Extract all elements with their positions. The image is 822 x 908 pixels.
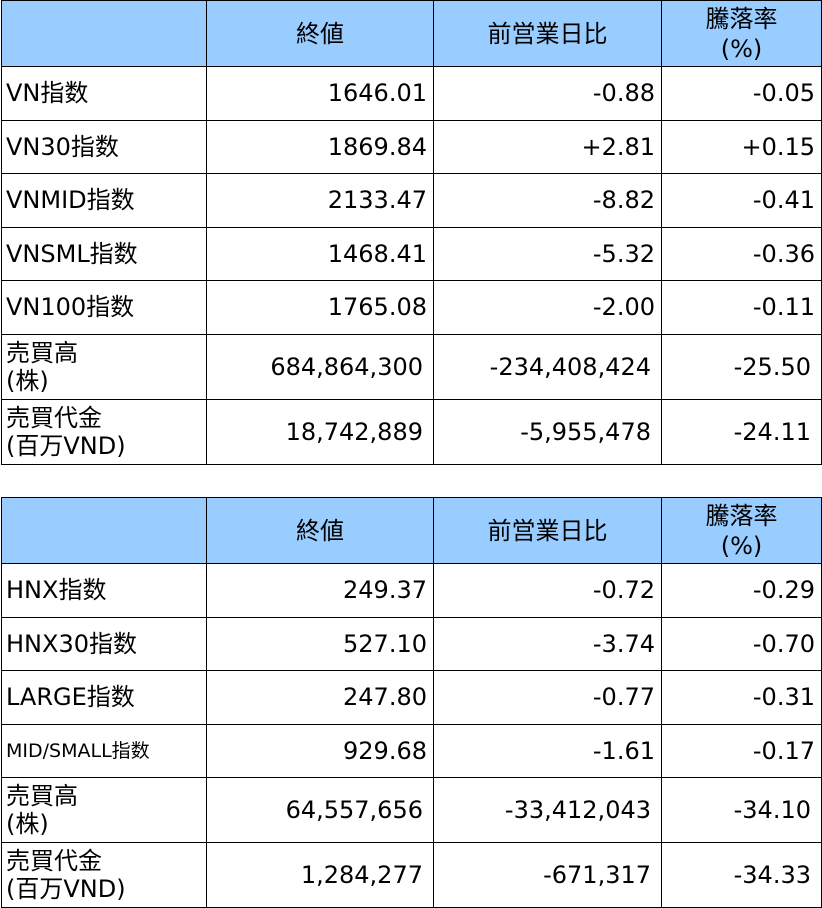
header-row: 終値 前営業日比 騰落率 (%): [1, 0, 822, 67]
close-value: 527.10: [206, 616, 434, 671]
trade-value-pct-value: -24.11: [661, 398, 822, 465]
volume-pct-value: -25.50: [661, 333, 822, 400]
header-blank-cell: [1, 0, 207, 67]
volume-change-value: -33,412,043: [433, 777, 662, 843]
close-value: 249.37: [206, 563, 434, 618]
pct-value: -0.17: [661, 723, 822, 778]
index-label: MID/SMALL指数: [1, 723, 207, 778]
trade-value-change-value: -5,955,478: [433, 398, 662, 465]
change-value: -8.82: [433, 173, 662, 228]
close-value: 247.80: [206, 670, 434, 725]
volume-label: 売買高 (株): [1, 777, 207, 843]
header-close: 終値: [206, 497, 434, 564]
volume-pct-value: -34.10: [661, 777, 822, 843]
pct-value: -0.31: [661, 670, 822, 725]
change-value: -0.77: [433, 670, 662, 725]
header-close: 終値: [206, 0, 434, 67]
volume-row: 売買高 (株) 64,557,656 -33,412,043 -34.10: [1, 777, 822, 843]
close-value: 1869.84: [206, 119, 434, 174]
volume-label-line2: (株): [6, 366, 49, 395]
header-pct: 騰落率 (%): [661, 0, 822, 67]
index-label: VN30指数: [1, 119, 207, 174]
volume-close-value: 64,557,656: [206, 777, 434, 843]
index-label: LARGE指数: [1, 670, 207, 725]
pct-value: -0.29: [661, 563, 822, 618]
change-value: -1.61: [433, 723, 662, 778]
index-label: VNSML指数: [1, 226, 207, 281]
table-row: VN30指数 1869.84 +2.81 +0.15: [1, 119, 822, 174]
close-value: 1646.01: [206, 66, 434, 121]
index-label: VNMID指数: [1, 173, 207, 228]
trade-value-label-line1: 売買代金: [6, 403, 102, 432]
hnx-index-table: 終値 前営業日比 騰落率 (%) HNX指数 249.37 -0.72 -0.2…: [1, 497, 822, 908]
trade-value-pct-value: -34.33: [661, 842, 822, 908]
header-pct-line2: (%): [720, 531, 763, 560]
volume-change-value: -234,408,424: [433, 333, 662, 400]
table-row: HNX指数 249.37 -0.72 -0.29: [1, 563, 822, 618]
trade-value-close-value: 18,742,889: [206, 398, 434, 465]
volume-label-line1: 売買高: [6, 338, 78, 367]
pct-value: -0.41: [661, 173, 822, 228]
change-value: -0.88: [433, 66, 662, 121]
close-value: 1468.41: [206, 226, 434, 281]
header-pct-line1: 騰落率: [705, 501, 778, 530]
pct-value: -0.36: [661, 226, 822, 281]
close-value: 1765.08: [206, 280, 434, 335]
table-row: MID/SMALL指数 929.68 -1.61 -0.17: [1, 723, 822, 778]
table-row: VNSML指数 1468.41 -5.32 -0.36: [1, 226, 822, 281]
change-value: -2.00: [433, 280, 662, 335]
change-value: -0.72: [433, 563, 662, 618]
trade-value-row: 売買代金 (百万VND) 1,284,277 -671,317 -34.33: [1, 842, 822, 908]
trade-value-label-line1: 売買代金: [6, 847, 102, 875]
pct-value: -0.11: [661, 280, 822, 335]
volume-close-value: 684,864,300: [206, 333, 434, 400]
header-pct-line1: 騰落率: [705, 4, 778, 33]
pct-value: +0.15: [661, 119, 822, 174]
trade-value-close-value: 1,284,277: [206, 842, 434, 908]
close-value: 2133.47: [206, 173, 434, 228]
trade-value-change-value: -671,317: [433, 842, 662, 908]
table-row: VN100指数 1765.08 -2.00 -0.11: [1, 280, 822, 335]
table-row: LARGE指数 247.80 -0.77 -0.31: [1, 670, 822, 725]
table-row: VNMID指数 2133.47 -8.82 -0.41: [1, 173, 822, 228]
index-label: HNX30指数: [1, 616, 207, 671]
index-label: VN100指数: [1, 280, 207, 335]
pct-value: -0.70: [661, 616, 822, 671]
change-value: -3.74: [433, 616, 662, 671]
trade-value-label-line2: (百万VND): [6, 875, 126, 903]
index-label: VN指数: [1, 66, 207, 121]
volume-label-line1: 売買高: [6, 782, 78, 810]
header-pct: 騰落率 (%): [661, 497, 822, 564]
trade-value-row: 売買代金 (百万VND) 18,742,889 -5,955,478 -24.1…: [1, 398, 822, 465]
volume-label: 売買高 (株): [1, 333, 207, 400]
trade-value-label-line2: (百万VND): [6, 431, 126, 460]
close-value: 929.68: [206, 723, 434, 778]
index-label: HNX指数: [1, 563, 207, 618]
header-change: 前営業日比: [433, 0, 662, 67]
header-change: 前営業日比: [433, 497, 662, 564]
hose-index-table: 終値 前営業日比 騰落率 (%) VN指数 1646.01 -0.88 -0.0…: [1, 0, 822, 465]
pct-value: -0.05: [661, 66, 822, 121]
header-pct-line2: (%): [720, 34, 763, 63]
header-row: 終値 前営業日比 騰落率 (%): [1, 497, 822, 564]
header-blank-cell: [1, 497, 207, 564]
change-value: -5.32: [433, 226, 662, 281]
volume-row: 売買高 (株) 684,864,300 -234,408,424 -25.50: [1, 333, 822, 400]
trade-value-label: 売買代金 (百万VND): [1, 842, 207, 908]
change-value: +2.81: [433, 119, 662, 174]
trade-value-label: 売買代金 (百万VND): [1, 398, 207, 465]
table-row: VN指数 1646.01 -0.88 -0.05: [1, 66, 822, 121]
table-row: HNX30指数 527.10 -3.74 -0.70: [1, 616, 822, 671]
volume-label-line2: (株): [6, 810, 49, 838]
